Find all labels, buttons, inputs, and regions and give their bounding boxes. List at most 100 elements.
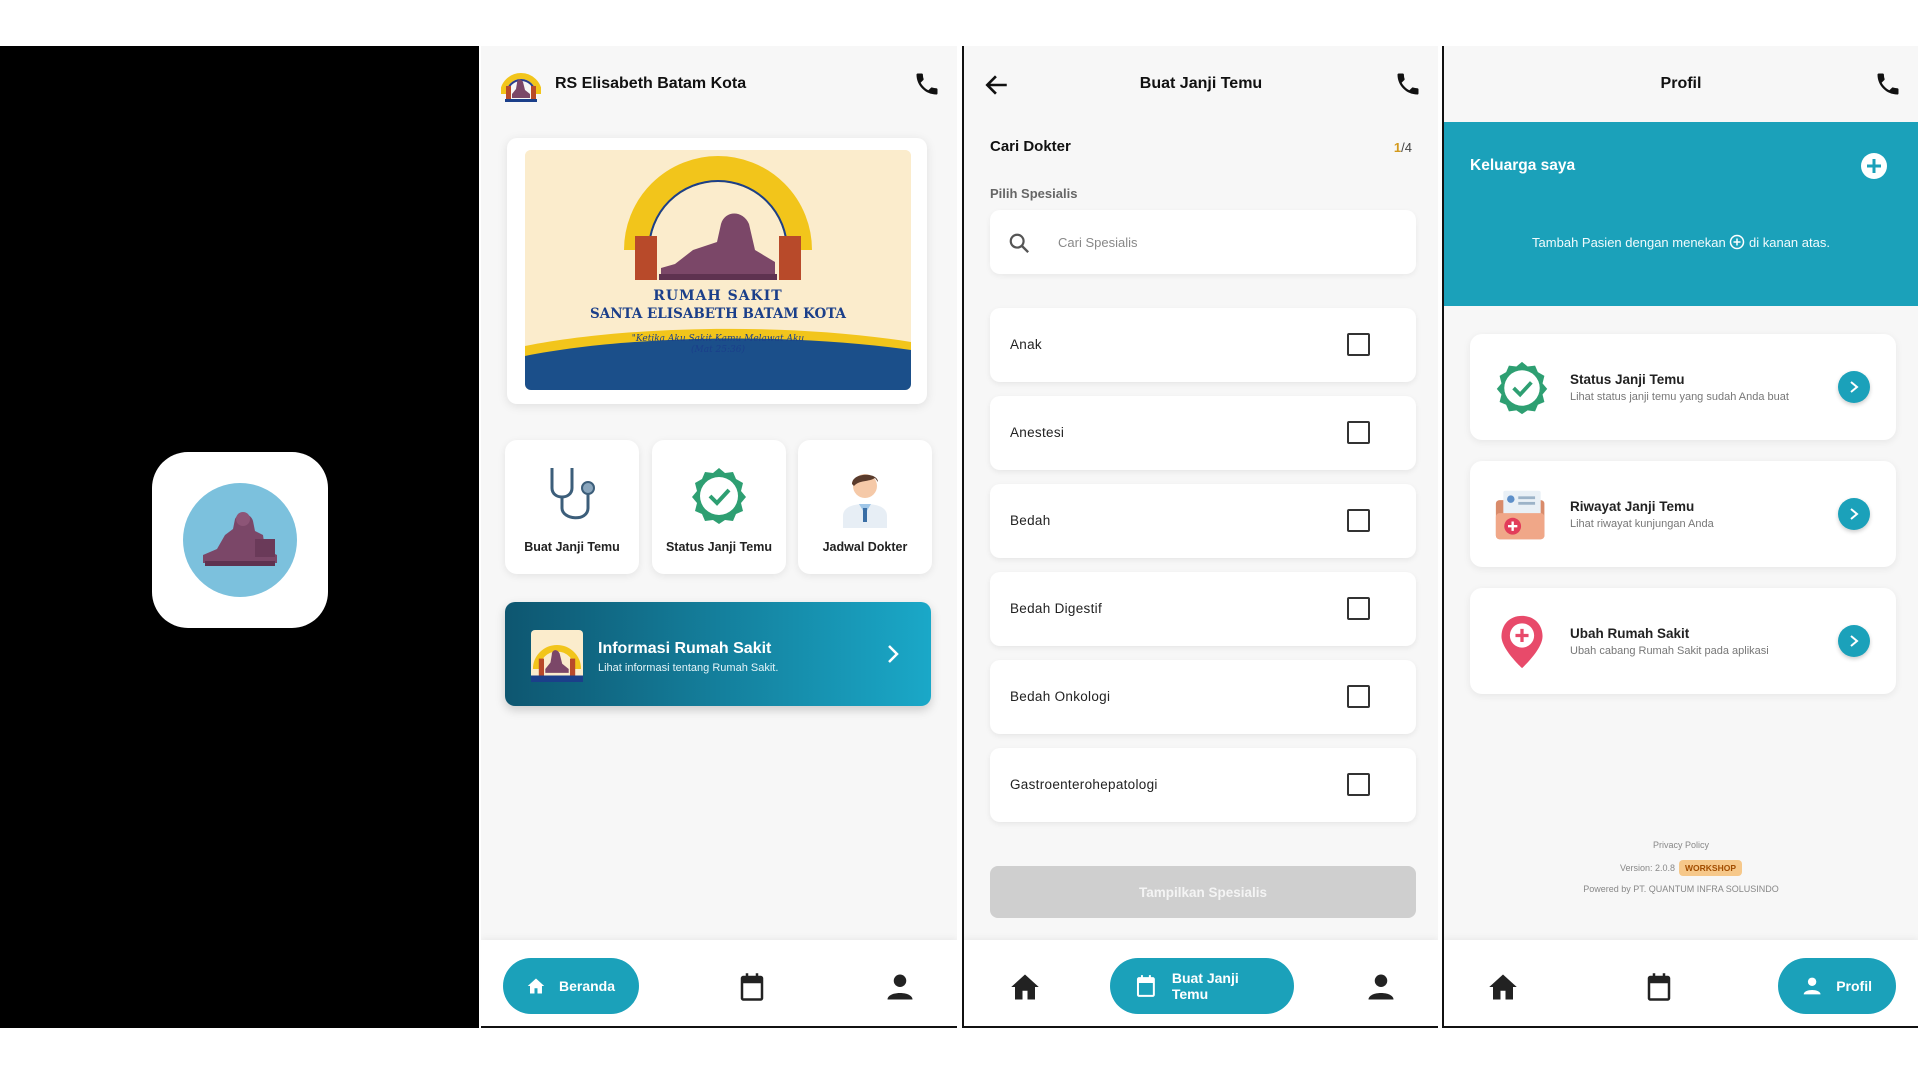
back-arrow-icon[interactable]: [984, 72, 1010, 98]
menu-status-janji-temu[interactable]: Status Janji Temu: [652, 440, 786, 574]
person-icon[interactable]: [1366, 972, 1396, 1002]
add-circle-icon[interactable]: [1860, 152, 1888, 180]
menu-label: Status Janji Temu: [665, 540, 773, 554]
tampilkan-spesialis-button[interactable]: Tampilkan Spesialis: [990, 866, 1416, 918]
privacy-policy-link[interactable]: Privacy Policy: [1444, 840, 1918, 850]
search-icon: [1009, 233, 1030, 254]
screenshot-canvas: RS Elisabeth Batam Kota RUMAH SAKIT SANT…: [0, 0, 1920, 1080]
item-title: Ubah Rumah Sakit: [1570, 626, 1690, 641]
item-title: Status Janji Temu: [1570, 372, 1685, 387]
bottom-nav: Buat Janji Temu: [964, 940, 1438, 1026]
nav-profil[interactable]: Profil: [1778, 958, 1896, 1014]
person-icon[interactable]: [885, 972, 915, 1002]
specialty-name: Gastroenterohepatologi: [1010, 777, 1158, 792]
medical-folder-icon: [1495, 490, 1545, 540]
family-hint-after: di kanan atas.: [1749, 235, 1830, 250]
specialty-checkbox[interactable]: [1347, 597, 1370, 620]
hospital-name: RS Elisabeth Batam Kota: [555, 75, 747, 92]
check-badge-icon: [687, 464, 751, 528]
family-title: Keluarga saya: [1470, 157, 1576, 174]
specialty-item[interactable]: Anestesi: [990, 396, 1416, 470]
appointment-appbar: Buat Janji Temu: [964, 46, 1438, 122]
hospital-logo-icon: [531, 630, 583, 682]
search-field: [990, 210, 1416, 274]
chevron-right-icon[interactable]: [1838, 498, 1870, 530]
banner-quote-text: "Ketika Aku Sakit Kamu Melawat Aku: [631, 334, 805, 344]
item-subtitle: Lihat status janji temu yang sudah Anda …: [1570, 391, 1789, 403]
family-hint: Tambah Pasien dengan menekan di kanan at…: [1444, 234, 1918, 250]
specialty-name: Bedah Onkologi: [1010, 689, 1111, 704]
nav-beranda[interactable]: Beranda: [503, 958, 639, 1014]
nav-profil-label: Profil: [1836, 978, 1872, 994]
phone-icon[interactable]: [1394, 70, 1422, 98]
specialty-checkbox[interactable]: [1347, 773, 1370, 796]
home-icon[interactable]: [1010, 972, 1040, 1002]
banner-line2: SANTA ELISABETH BATAM KOTA: [589, 306, 847, 322]
profile-item-ubah-rumah-sakit[interactable]: Ubah Rumah Sakit Ubah cabang Rumah Sakit…: [1470, 588, 1896, 694]
info-subtitle: Lihat informasi tentang Rumah Sakit.: [598, 662, 779, 674]
stethoscope-icon: [540, 464, 604, 528]
chevron-right-icon[interactable]: [1838, 371, 1870, 403]
version-row: Version: 2.0.8 WORKSHOP: [1444, 860, 1918, 876]
app-icon: [152, 452, 328, 628]
specialty-checkbox[interactable]: [1347, 685, 1370, 708]
info-rumah-sakit-card[interactable]: Informasi Rumah Sakit Lihat informasi te…: [505, 602, 931, 706]
phone-icon[interactable]: [913, 70, 941, 98]
specialty-item[interactable]: Anak: [990, 308, 1416, 382]
keluarga-saya-panel: Keluarga saya Tambah Pasien dengan menek…: [1444, 122, 1918, 306]
menu-buat-janji-temu[interactable]: Buat Janji Temu: [505, 440, 639, 574]
item-title: Riwayat Janji Temu: [1570, 499, 1695, 514]
family-hint-before: Tambah Pasien dengan menekan: [1532, 235, 1726, 250]
profile-appbar: Profil: [1444, 46, 1918, 122]
specialty-item[interactable]: Bedah Onkologi: [990, 660, 1416, 734]
banner-quote: "Ketika Aku Sakit Kamu Melawat Aku (Mat …: [525, 334, 911, 356]
specialty-checkbox[interactable]: [1347, 333, 1370, 356]
check-badge-icon: [1496, 361, 1548, 415]
profile-item-riwayat-janji-temu[interactable]: Riwayat Janji Temu Lihat riwayat kunjung…: [1470, 461, 1896, 567]
nav-beranda-label: Beranda: [558, 978, 615, 994]
specialty-name: Bedah Digestif: [1010, 601, 1103, 616]
home-icon: [527, 978, 545, 994]
version-text: Version: 2.0.8: [1619, 863, 1676, 873]
add-circle-outline-icon: [1730, 234, 1745, 250]
profile-item-status-janji-temu[interactable]: Status Janji Temu Lihat status janji tem…: [1470, 334, 1896, 440]
calendar-icon: [1136, 975, 1155, 997]
calendar-icon[interactable]: [737, 972, 767, 1002]
home-appbar: RS Elisabeth Batam Kota: [481, 46, 957, 122]
page-title: Buat Janji Temu: [1139, 75, 1263, 92]
powered-by: Powered by PT. QUANTUM INFRA SOLUSINDO: [1583, 884, 1779, 894]
search-input[interactable]: [1058, 226, 1388, 258]
bottom-nav: Beranda: [481, 940, 957, 1026]
home-screen: RS Elisabeth Batam Kota RUMAH SAKIT SANT…: [481, 46, 957, 1028]
item-subtitle: Lihat riwayat kunjungan Anda: [1570, 518, 1714, 530]
specialty-name: Bedah: [1010, 513, 1051, 528]
specialty-item[interactable]: Bedah: [990, 484, 1416, 558]
phone-icon[interactable]: [1874, 70, 1902, 98]
workshop-badge: WORKSHOP: [1679, 860, 1743, 876]
specialty-name: Anak: [1010, 337, 1042, 352]
menu-jadwal-dokter[interactable]: Jadwal Dokter: [798, 440, 932, 574]
section-title: Cari Dokter: [990, 138, 1071, 155]
specialty-item[interactable]: Bedah Digestif: [990, 572, 1416, 646]
item-subtitle: Ubah cabang Rumah Sakit pada aplikasi: [1570, 645, 1769, 657]
bottom-nav: Profil: [1444, 940, 1918, 1026]
chevron-right-icon[interactable]: [1838, 625, 1870, 657]
menu-label: Buat Janji Temu: [524, 540, 620, 554]
calendar-icon[interactable]: [1644, 972, 1674, 1002]
appointment-screen: Buat Janji Temu Cari Dokter 1/4 Pilih Sp…: [962, 46, 1438, 1028]
step-indicator: 1/4: [1394, 140, 1412, 155]
person-icon: [1803, 977, 1821, 995]
chevron-right-icon: [888, 645, 899, 663]
profile-screen: Profil Keluarga saya Tambah Pasien denga…: [1442, 46, 1918, 1028]
specialty-checkbox[interactable]: [1347, 509, 1370, 532]
specialty-checkbox[interactable]: [1347, 421, 1370, 444]
nav-buat-janji-temu[interactable]: Buat Janji Temu: [1110, 958, 1294, 1014]
home-icon[interactable]: [1488, 972, 1518, 1002]
banner-quote-ref: (Mat 25:36): [690, 345, 746, 355]
splash-screen: [0, 46, 479, 1028]
hospital-logo-icon: [501, 73, 541, 102]
nav-buat-janji-temu-label: Buat Janji Temu: [1171, 970, 1239, 1002]
doctor-icon: [833, 464, 897, 528]
specialty-item[interactable]: Gastroenterohepatologi: [990, 748, 1416, 822]
step-total: /4: [1401, 140, 1412, 155]
